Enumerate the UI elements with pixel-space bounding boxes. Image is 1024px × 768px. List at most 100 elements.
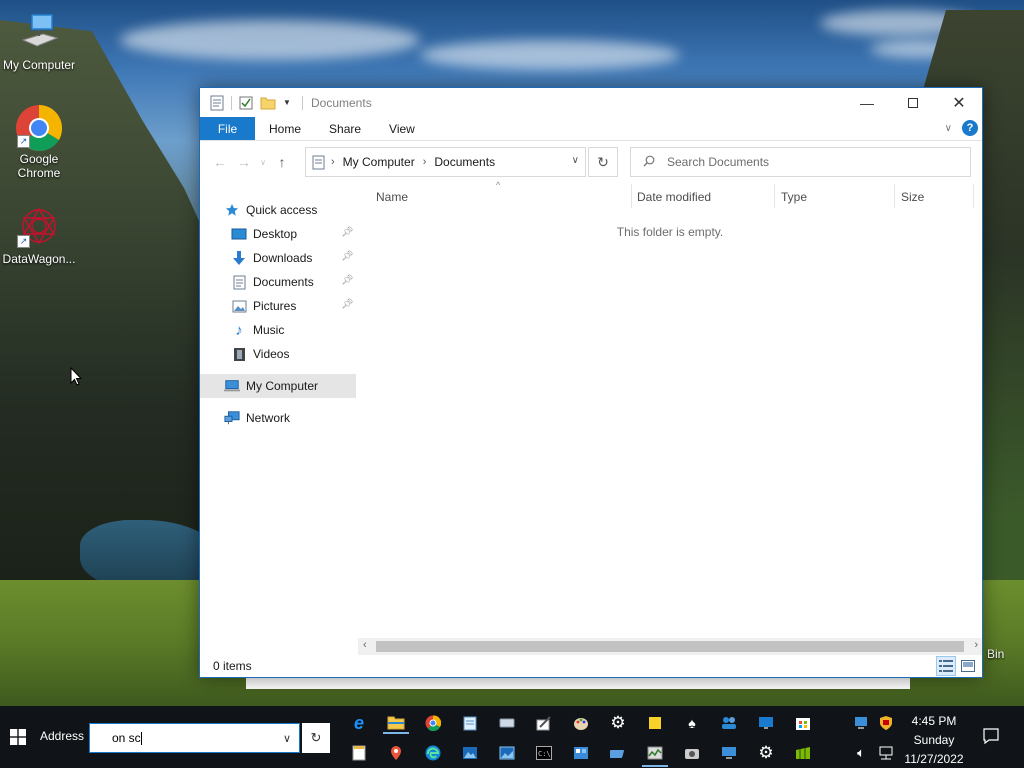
notepad-icon[interactable] (460, 713, 480, 733)
chevron-down-icon[interactable]: ∨ (283, 732, 291, 745)
details-view-icon (939, 660, 953, 672)
people-icon[interactable] (719, 713, 739, 733)
chrome-icon[interactable] (423, 713, 443, 733)
large-icons-view-button[interactable] (958, 656, 978, 676)
chevron-right-icon[interactable]: › (331, 156, 335, 168)
maximize-button[interactable] (890, 88, 936, 117)
nav-network[interactable]: Network (200, 406, 356, 430)
volume-icon[interactable]: 🔈︎ (851, 743, 871, 763)
solitaire-icon[interactable]: ♠ (682, 713, 702, 733)
this-pc-icon[interactable] (719, 743, 739, 763)
pin-icon[interactable]: 📌︎ (341, 251, 354, 262)
snipping-tool-icon[interactable] (534, 713, 554, 733)
tab-view[interactable]: View (375, 117, 429, 140)
customize-quick-access-icon[interactable]: ▼ (282, 95, 292, 111)
nav-videos[interactable]: Videos (200, 342, 356, 366)
pictures-icon (231, 298, 247, 314)
clock-date: 11/27/2022 (904, 752, 964, 766)
breadcrumb-my-computer[interactable]: My Computer (343, 155, 415, 169)
column-type[interactable]: Type (781, 190, 807, 204)
close-button[interactable]: ✕ (936, 88, 982, 117)
documents-location-icon (312, 155, 325, 170)
chevron-right-icon[interactable]: › (423, 156, 427, 168)
address-toolbar-label: Address (40, 729, 85, 743)
desktop-icon-datawagon[interactable]: ↗ DataWagon... (0, 204, 78, 266)
breadcrumb-documents[interactable]: Documents (434, 155, 495, 169)
start-button[interactable] (0, 706, 36, 768)
pin-icon[interactable]: 📌︎ (341, 275, 354, 286)
search-box[interactable]: Search Documents (630, 147, 971, 177)
settings-gear-icon[interactable]: ⚙ (608, 713, 628, 733)
nav-desktop[interactable]: Desktop 📌︎ (200, 222, 356, 246)
nav-documents[interactable]: Documents 📌︎ (200, 270, 356, 294)
recent-locations-button[interactable]: ∨ (256, 150, 270, 174)
sticky-notes-icon[interactable] (645, 713, 665, 733)
file-explorer-window[interactable]: ▼ Documents — ✕ File Home Share View ∨ ?… (199, 87, 983, 678)
pin-icon[interactable]: 📌︎ (341, 227, 354, 238)
close-icon: ✕ (952, 94, 966, 112)
tab-file[interactable]: File (200, 117, 255, 140)
file-list[interactable]: ^ Name Date modified Type Size This fold… (358, 178, 982, 648)
settings-gear-icon[interactable]: ⚙ (756, 743, 776, 763)
edge-icon[interactable] (423, 743, 443, 763)
desktop-icon-google-chrome[interactable]: ↗ Google Chrome (0, 104, 78, 180)
nav-music[interactable]: ♪ Music (200, 318, 356, 342)
scroll-right-icon[interactable]: › (974, 639, 978, 651)
column-name[interactable]: Name (376, 190, 408, 204)
horizontal-scrollbar[interactable]: ‹ › (358, 638, 982, 655)
action-center-button[interactable] (982, 727, 1002, 747)
address-bar[interactable]: › My Computer › Documents ∨ (305, 147, 586, 177)
column-size[interactable]: Size (901, 190, 924, 204)
address-go-button[interactable]: ↻ (302, 723, 330, 753)
help-icon[interactable]: ? (962, 120, 978, 136)
image-viewer-icon[interactable] (497, 743, 517, 763)
network-monitor-icon[interactable] (851, 713, 871, 733)
desktop-icon-my-computer[interactable]: My Computer (0, 10, 78, 72)
column-date-modified[interactable]: Date modified (637, 190, 711, 204)
store-icon[interactable] (793, 713, 813, 733)
spreadsheet-icon[interactable] (793, 743, 813, 763)
nav-pictures[interactable]: Pictures 📌︎ (200, 294, 356, 318)
title-bar[interactable]: ▼ Documents — ✕ (200, 88, 982, 117)
security-shield-icon[interactable] (876, 713, 896, 733)
expand-ribbon-icon[interactable]: ∨ (945, 123, 952, 134)
tab-share[interactable]: Share (315, 117, 375, 140)
photos-icon[interactable] (460, 743, 480, 763)
new-folder-icon[interactable] (260, 95, 276, 111)
properties-icon[interactable] (238, 95, 254, 111)
command-prompt-icon[interactable]: C:\ (534, 743, 554, 763)
disk-icon[interactable] (608, 743, 628, 763)
nav-downloads[interactable]: Downloads 📌︎ (200, 246, 356, 270)
forward-button[interactable]: → (232, 150, 256, 174)
remote-desktop-icon[interactable] (756, 713, 776, 733)
maps-pin-icon[interactable] (386, 743, 406, 763)
minimize-button[interactable]: — (844, 88, 890, 117)
network-status-icon[interactable] (876, 743, 896, 763)
column-headers: ^ Name Date modified Type Size (358, 178, 982, 214)
tab-home[interactable]: Home (255, 117, 315, 140)
back-button[interactable]: ← (208, 150, 232, 174)
system-clock[interactable]: 4:45 PM Sunday 11/27/2022 (898, 712, 970, 768)
nav-my-computer[interactable]: My Computer (200, 374, 356, 398)
paint-icon[interactable] (571, 713, 591, 733)
control-panel-icon[interactable] (571, 743, 591, 763)
desktop-icon-label: DataWagon... (2, 252, 76, 266)
active-indicator (383, 732, 409, 734)
nav-quick-access[interactable]: Quick access (200, 198, 356, 222)
address-dropdown-icon[interactable]: ∨ (572, 155, 579, 166)
notification-icon (983, 728, 999, 745)
task-manager-icon[interactable] (645, 743, 665, 763)
camera-icon[interactable] (682, 743, 702, 763)
up-button[interactable]: ↑ (270, 150, 294, 174)
onscreen-keyboard-icon[interactable] (497, 713, 517, 733)
film-icon (231, 346, 247, 362)
internet-explorer-icon[interactable]: e (349, 713, 369, 733)
details-view-button[interactable] (936, 656, 956, 676)
refresh-button[interactable]: ↻ (588, 147, 618, 177)
scrollbar-thumb[interactable] (376, 641, 964, 652)
scroll-left-icon[interactable]: ‹ (363, 639, 367, 651)
pin-icon[interactable]: 📌︎ (341, 299, 354, 310)
address-toolbar-input[interactable]: on sc ∨ (89, 723, 300, 753)
wordpad-icon[interactable] (349, 743, 369, 763)
file-explorer-icon[interactable] (386, 713, 406, 733)
